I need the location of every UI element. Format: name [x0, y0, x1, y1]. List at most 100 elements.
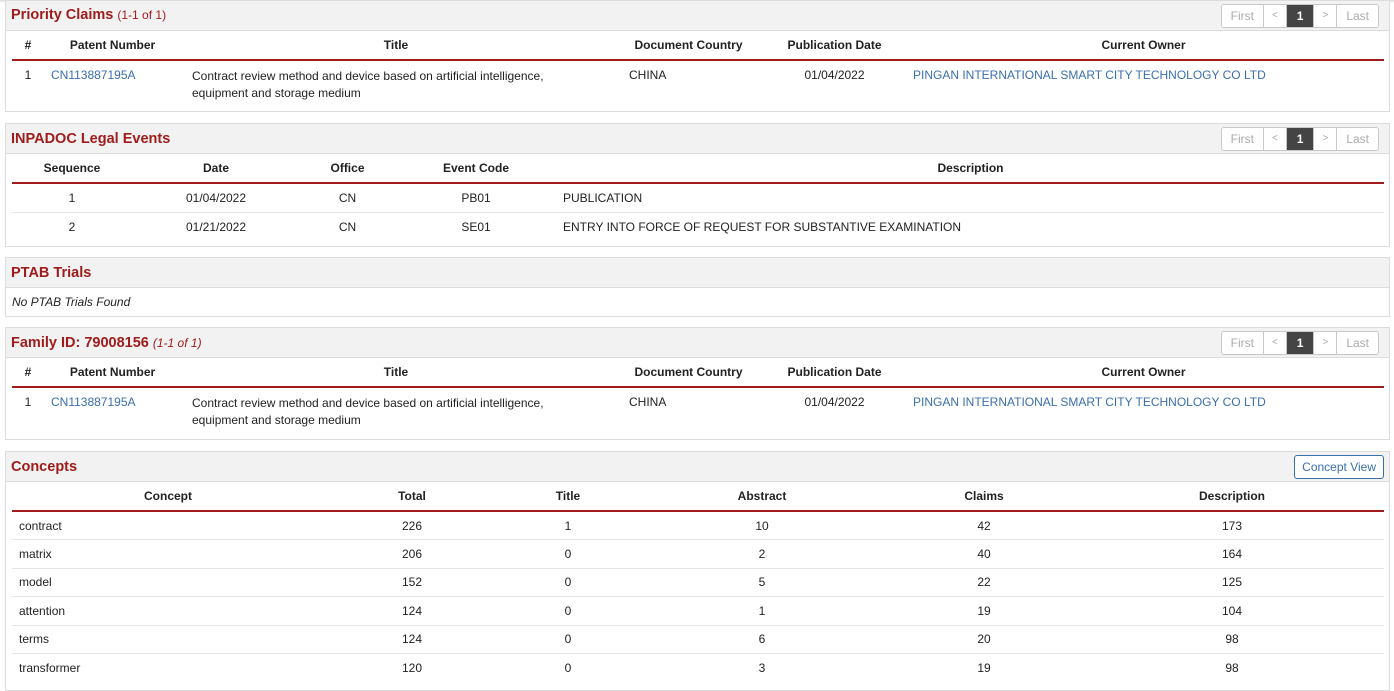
concept-cell-description: 164	[1080, 539, 1384, 569]
pager-next-button[interactable]: >	[1314, 128, 1338, 150]
col-header-current-owner: Current Owner	[903, 31, 1384, 61]
family-panel: Family ID: 79008156 (1-1 of 1) First < 1…	[5, 327, 1390, 440]
priority-claims-title: Priority Claims (1-1 of 1)	[11, 7, 166, 23]
pager-current-page[interactable]: 1	[1286, 128, 1315, 150]
row-num: 1	[24, 68, 32, 82]
table-row: attention 124 0 1 19 104	[12, 596, 1384, 626]
pager-current-page[interactable]: 1	[1286, 5, 1315, 27]
col-header-event-code: Event Code	[395, 154, 557, 184]
pager-prev-button[interactable]: <	[1263, 5, 1287, 27]
concept-cell-description: 98	[1225, 661, 1239, 675]
pager-last-button[interactable]: Last	[1337, 332, 1378, 354]
col-header-description: Description	[1080, 482, 1384, 512]
col-header-description: Description	[557, 154, 1384, 184]
table-row: 1 CN113887195A Contract review method an…	[12, 387, 1384, 429]
concept-cell-concept: model	[12, 568, 324, 597]
concept-cell-description: 98	[1080, 625, 1384, 654]
event-description: ENTRY INTO FORCE OF REQUEST FOR SUBSTANT…	[563, 219, 962, 234]
table-row: matrix 206 0 2 40 164	[12, 539, 1384, 569]
concept-cell-claims: 42	[888, 511, 1080, 540]
concept-cell-title: 1	[500, 511, 636, 540]
event-sequence: 1	[12, 183, 132, 213]
col-header-num: #	[12, 31, 44, 61]
concept-cell-concept: matrix	[12, 539, 324, 569]
concept-cell-abstract: 2	[636, 539, 888, 569]
concept-cell-claims: 19	[977, 661, 991, 675]
priority-claims-count: (1-1 of 1)	[117, 8, 167, 22]
concept-cell-abstract: 1	[636, 596, 888, 626]
concept-cell-abstract: 5	[636, 568, 888, 597]
col-header-patent-number: Patent Number	[44, 358, 181, 388]
col-header-sequence: Sequence	[12, 154, 132, 184]
event-code: SE01	[461, 219, 491, 234]
event-office: CN	[338, 219, 357, 234]
event-sequence: 2	[68, 219, 76, 234]
concept-cell-total: 206	[324, 539, 500, 569]
col-header-abstract: Abstract	[636, 482, 888, 512]
concepts-header: Concepts Concept View	[6, 452, 1389, 482]
pager-first-button[interactable]: First	[1221, 128, 1264, 150]
table-row: 2 01/21/2022 CN SE01 ENTRY INTO FORCE OF…	[12, 212, 1384, 241]
col-header-title: Title	[500, 482, 636, 512]
pager-next-button[interactable]: >	[1314, 332, 1338, 354]
concepts-panel: Concepts Concept View Concept Total Titl…	[5, 451, 1390, 691]
pager-first-button[interactable]: First	[1221, 332, 1264, 354]
col-header-publication-date: Publication Date	[766, 358, 903, 388]
concept-cell-abstract: 3	[758, 661, 766, 675]
concept-cell-concept: contract	[12, 511, 324, 540]
col-header-patent-number: Patent Number	[44, 31, 181, 61]
table-row: contract 226 1 10 42 173	[12, 511, 1384, 540]
patent-number-link[interactable]: CN113887195A	[44, 387, 181, 429]
ptab-panel: PTAB Trials No PTAB Trials Found	[5, 257, 1390, 317]
ptab-header: PTAB Trials	[6, 258, 1389, 288]
col-header-concept: Concept	[12, 482, 324, 512]
family-pager: First < 1 > Last	[1220, 331, 1379, 355]
priority-claims-panel: Priority Claims (1-1 of 1) First < 1 > L…	[5, 0, 1390, 112]
concept-cell-title: 0	[500, 596, 636, 626]
concepts-table: Concept Total Title Abstract Claims Desc…	[12, 482, 1384, 682]
priority-claims-pager: First < 1 > Last	[1220, 4, 1379, 28]
family-header: Family ID: 79008156 (1-1 of 1) First < 1…	[6, 328, 1389, 358]
concept-cell-abstract: 10	[636, 511, 888, 540]
document-country: CHINA	[629, 68, 667, 82]
row-num: 1	[24, 395, 32, 409]
concept-cell-total: 124	[324, 625, 500, 654]
current-owner-link[interactable]: PINGAN INTERNATIONAL SMART CITY TECHNOLO…	[903, 387, 1384, 429]
family-title-text: Family ID: 79008156	[11, 335, 149, 351]
col-header-document-country: Document Country	[611, 31, 766, 61]
concept-cell-total: 124	[324, 596, 500, 626]
table-row: 1 CN113887195A Contract review method an…	[12, 60, 1384, 102]
event-office: CN	[300, 183, 395, 213]
event-description: PUBLICATION	[557, 183, 1384, 213]
inpadoc-table: Sequence Date Office Event Code Descript…	[12, 154, 1384, 241]
col-header-num: #	[12, 358, 44, 388]
pager-next-button[interactable]: >	[1314, 5, 1338, 27]
concept-cell-claims: 40	[888, 539, 1080, 569]
col-header-current-owner: Current Owner	[903, 358, 1384, 388]
priority-claims-header: Priority Claims (1-1 of 1) First < 1 > L…	[6, 1, 1389, 31]
table-row: 1 01/04/2022 CN PB01 PUBLICATION	[12, 183, 1384, 213]
concept-view-button[interactable]: Concept View	[1294, 455, 1384, 479]
pager-current-page[interactable]: 1	[1286, 332, 1315, 354]
concept-cell-total: 152	[324, 568, 500, 597]
patent-number-link[interactable]: CN113887195A	[44, 60, 181, 102]
family-table: # Patent Number Title Document Country P…	[12, 358, 1384, 429]
pager-first-button[interactable]: First	[1221, 5, 1264, 27]
concept-cell-claims: 20	[888, 625, 1080, 654]
table-row: model 152 0 5 22 125	[12, 568, 1384, 597]
table-row: transformer 120 0 3 19 98	[12, 654, 1384, 683]
priority-claims-table: # Patent Number Title Document Country P…	[12, 31, 1384, 102]
patent-title: Contract review method and device based …	[192, 396, 544, 427]
col-header-title: Title	[181, 358, 611, 388]
current-owner-link[interactable]: PINGAN INTERNATIONAL SMART CITY TECHNOLO…	[903, 60, 1384, 102]
concept-cell-concept: transformer	[19, 661, 81, 675]
pager-last-button[interactable]: Last	[1337, 5, 1378, 27]
family-title: Family ID: 79008156 (1-1 of 1)	[11, 335, 202, 351]
pager-last-button[interactable]: Last	[1337, 128, 1378, 150]
concepts-rows: contract 226 1 10 42 173 matrix 206 0 2 40 164 model…	[12, 511, 1384, 682]
col-header-date: Date	[132, 154, 300, 184]
pager-prev-button[interactable]: <	[1263, 128, 1287, 150]
concept-cell-description: 104	[1080, 596, 1384, 626]
pager-prev-button[interactable]: <	[1263, 332, 1287, 354]
event-date: 01/04/2022	[132, 183, 300, 213]
